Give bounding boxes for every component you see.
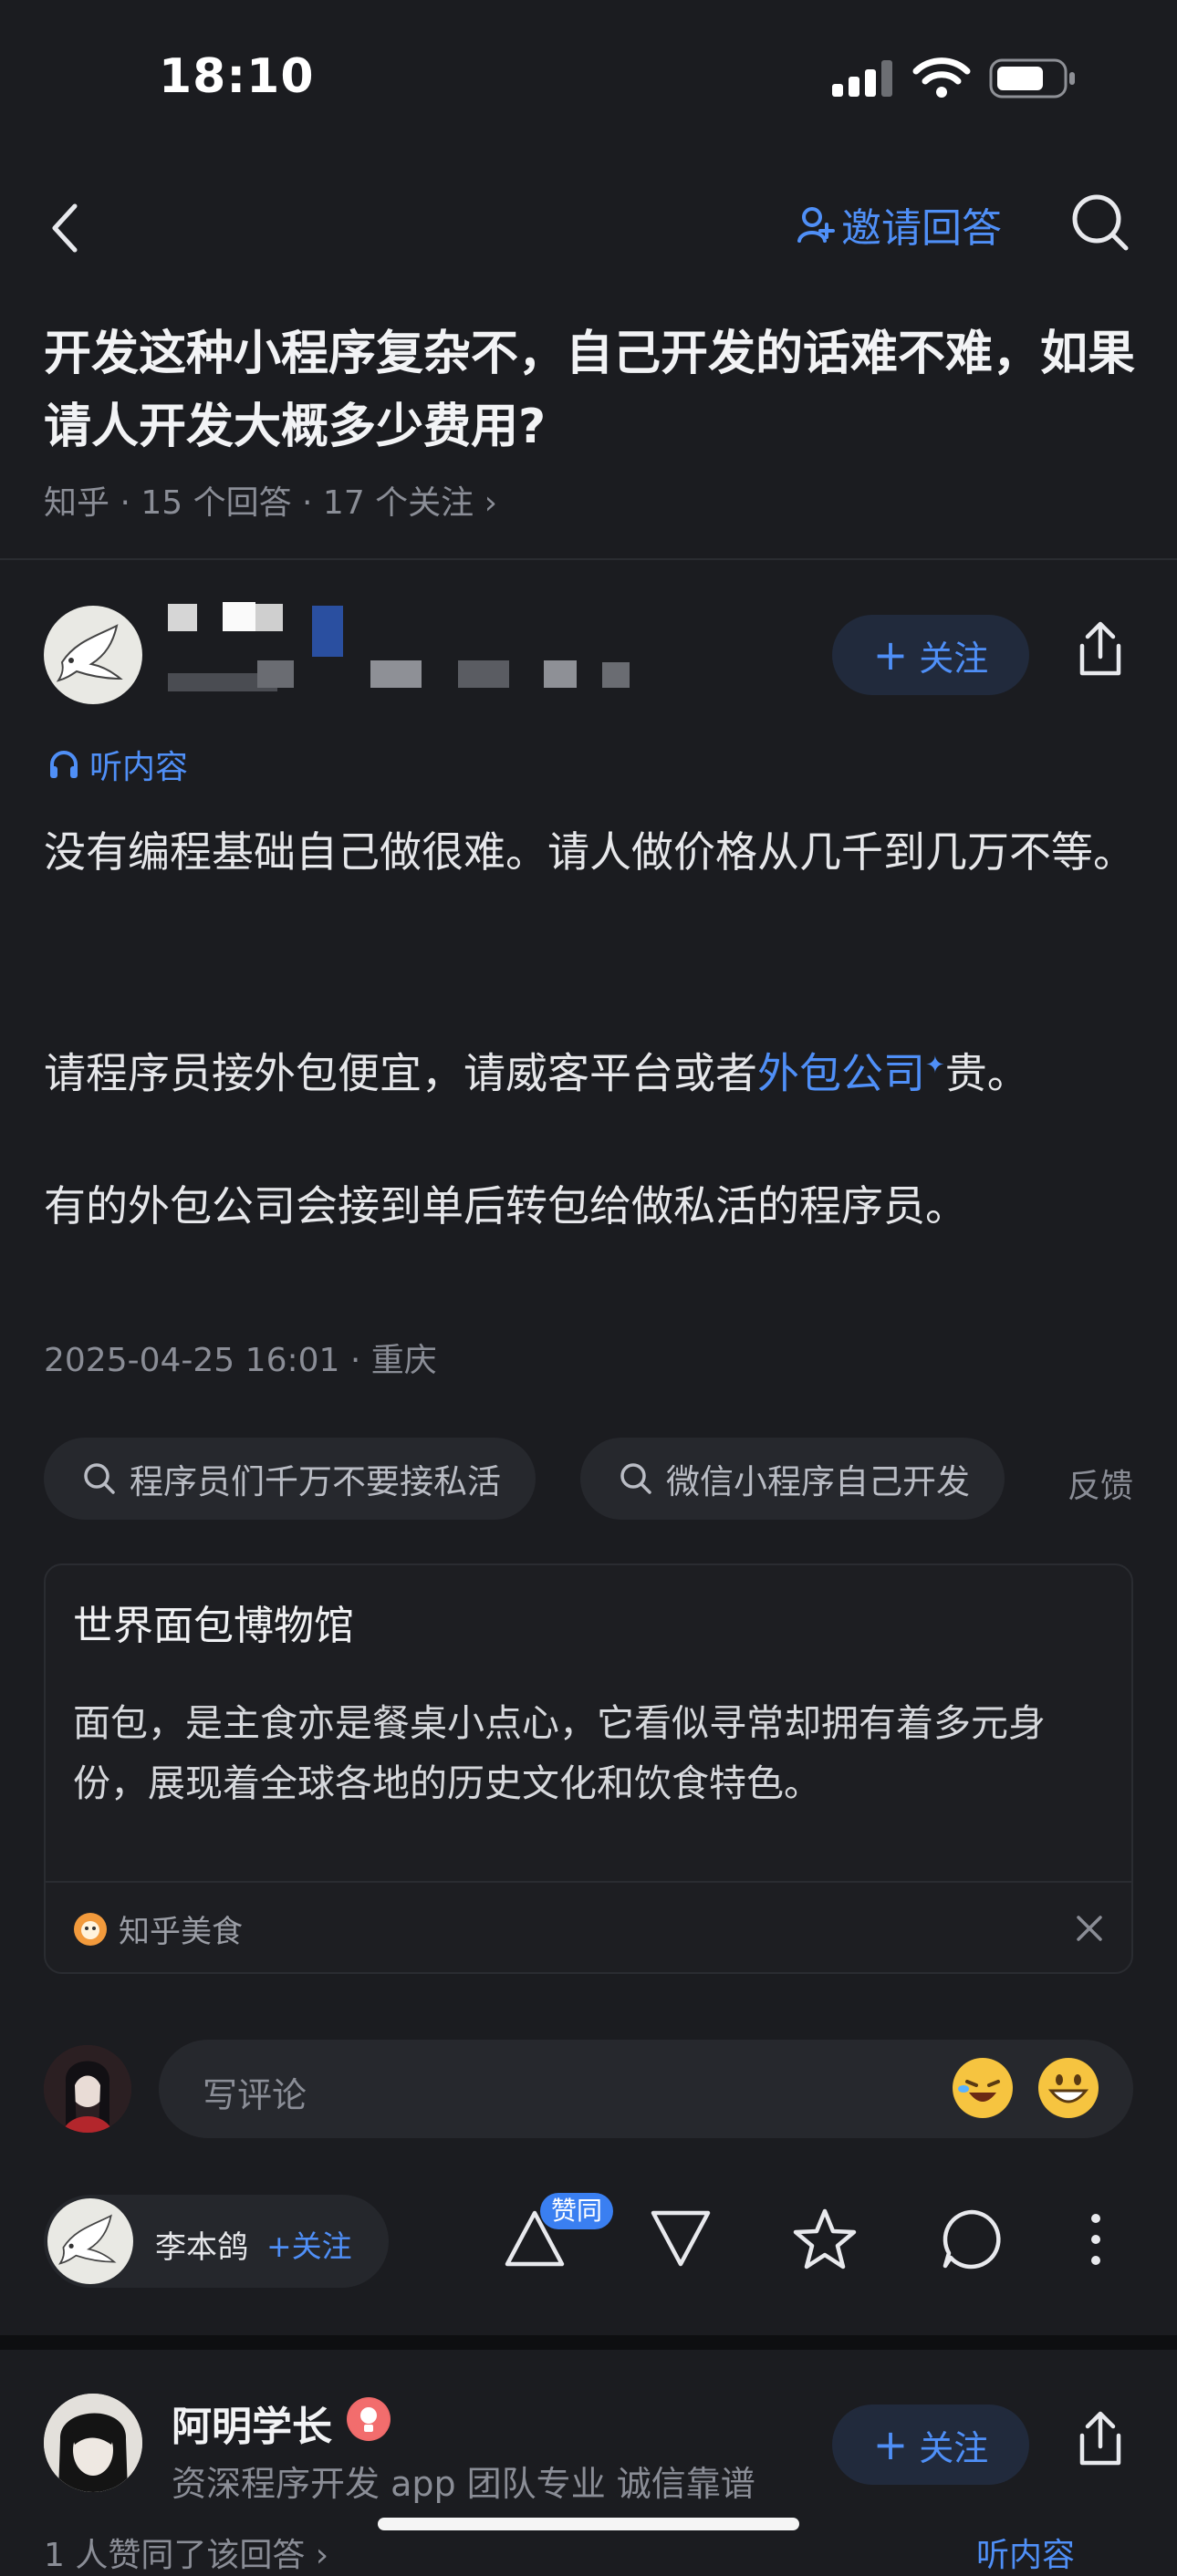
status-time: 18:10 (159, 49, 315, 104)
headphones-icon (50, 751, 78, 778)
author-avatar[interactable] (44, 2394, 142, 2492)
follow-label: 关注 (919, 638, 989, 679)
question-title[interactable]: 开发这种小程序复杂不，自己开发的话难不难，如果请人开发大概多少费用? (44, 317, 1139, 463)
author-bio-mosaic (168, 660, 642, 697)
promoted-card-body: 面包，是主食亦是餐桌小点心，它看似寻常却拥有着多元身份，展现着全球各地的历史文化… (73, 1701, 1046, 1805)
divider (0, 558, 1177, 560)
share-icon[interactable] (1073, 2410, 1128, 2468)
dove-logo (57, 2214, 117, 2265)
author-name: 李本鸽 (155, 2229, 248, 2266)
food-logo-icon (74, 1912, 107, 1946)
chip-label: 微信小程序自己开发 (666, 1462, 970, 1501)
follow-label: 关注 (919, 2427, 989, 2468)
plus-icon: + (872, 2420, 909, 2469)
comment-placeholder: 写评论 (203, 2075, 307, 2115)
back-button[interactable] (36, 192, 109, 265)
author-avatar[interactable] (44, 606, 142, 704)
para2-prefix: 请程序员接外包便宜，请威客平台或者 (44, 1048, 757, 1098)
invite-person-icon (797, 207, 835, 243)
laughing-emoji-icon[interactable] (953, 2058, 1013, 2118)
plus-icon: + (872, 630, 909, 680)
author-bio: 资深程序开发 app 团队专业 诚信靠谱 (172, 2464, 755, 2504)
author-avatar-image (44, 2394, 142, 2492)
promoted-card-source[interactable]: 知乎美食 (73, 1906, 243, 1951)
dove-logo (56, 624, 123, 682)
question-meta[interactable]: 知乎 · 15 个回答 · 17 个关注 › (44, 476, 497, 524)
user-avatar-image (44, 2045, 131, 2133)
follow-button[interactable]: + 关注 (832, 2405, 1029, 2485)
section-separator (0, 2335, 1177, 2350)
promoted-card-title: 世界面包博物馆 (73, 1603, 354, 1649)
comment-input[interactable]: 写评论 (159, 2040, 1133, 2138)
search-icon (84, 1463, 115, 1494)
author-avatar (47, 2198, 133, 2284)
outsourcing-company-link[interactable]: 外包公司 (757, 1048, 925, 1097)
invite-label: 邀请回答 (841, 205, 1002, 252)
comment-icon[interactable] (940, 2207, 1004, 2271)
link-sparkle-icon: ✦ (925, 1052, 945, 1079)
related-search-chip[interactable]: 程序员们千万不要接私活 (44, 1438, 536, 1520)
divider (46, 1881, 1131, 1883)
grinning-emoji-icon[interactable] (1038, 2058, 1099, 2118)
wifi-icon (912, 57, 971, 98)
para2-suffix: 贵。 (944, 1048, 1029, 1098)
signal-icon (832, 60, 892, 97)
chip-label: 程序员们千万不要接私活 (130, 1462, 501, 1501)
search-icon[interactable] (1068, 190, 1133, 255)
author-name-mosaic (168, 602, 350, 657)
invite-answer-button[interactable]: 邀请回答 (796, 195, 1002, 254)
home-indicator[interactable] (378, 2518, 799, 2530)
next-answer-snippet[interactable]: 1 人赞同了该回答 › (44, 2529, 328, 2576)
user-avatar[interactable] (44, 2045, 131, 2133)
listen-content-link[interactable]: 听内容 (47, 741, 188, 788)
listen-content-link[interactable]: 听内容 (976, 2529, 1075, 2576)
answer-date: 2025-04-25 16:01 · 重庆 (44, 1342, 437, 1379)
downvote-button[interactable] (648, 2207, 713, 2270)
star-icon[interactable] (792, 2207, 858, 2271)
answer-paragraph-1: 没有编程基础自己做很难。请人做价格从几千到几万不等。 (44, 827, 1135, 877)
search-icon (620, 1463, 651, 1494)
related-search-chip[interactable]: 微信小程序自己开发 (580, 1438, 1005, 1520)
answer-paragraph-2: 请程序员接外包便宜，请威客平台或者外包公司✦贵。 (44, 1029, 1139, 1109)
verified-badge-icon (347, 2397, 391, 2441)
author-name[interactable]: 阿明学长 (172, 2394, 332, 2452)
author-pill[interactable]: 李本鸽 +关注 (44, 2195, 389, 2288)
follow-button[interactable]: + 关注 (832, 615, 1029, 695)
follow-link[interactable]: +关注 (266, 2222, 352, 2266)
close-icon[interactable] (1075, 1914, 1104, 1943)
listen-label: 听内容 (89, 749, 189, 786)
source-label: 知乎美食 (119, 1914, 243, 1950)
promoted-card[interactable]: 世界面包博物馆 面包，是主食亦是餐桌小点心，它看似寻常却拥有着多元身份，展现着全… (44, 1563, 1133, 1974)
share-icon[interactable] (1073, 620, 1128, 679)
battery-icon (989, 58, 1075, 99)
more-icon[interactable] (1082, 2207, 1109, 2271)
answer-paragraph-3: 有的外包公司会接到单后转包给做私活的程序员。 (44, 1181, 967, 1231)
agree-badge: 赞同 (540, 2193, 614, 2229)
feedback-link[interactable]: 反馈 (1068, 1459, 1133, 1507)
